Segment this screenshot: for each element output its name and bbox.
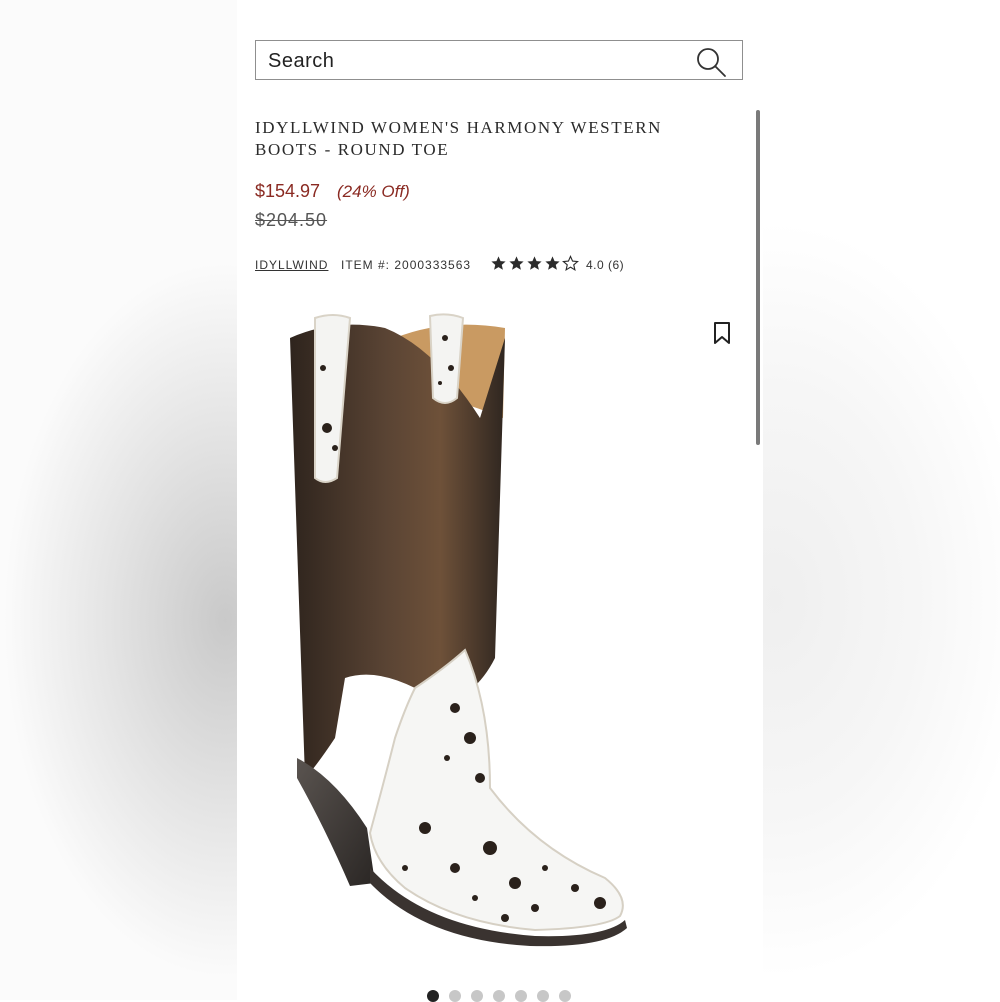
scrollbar[interactable]	[756, 110, 760, 445]
search-bar[interactable]: Search	[255, 40, 743, 80]
carousel-dot[interactable]	[537, 990, 549, 1002]
carousel-dot[interactable]	[515, 990, 527, 1002]
product-title: IDYLLWIND WOMEN'S HARMONY WESTERN BOOTS …	[255, 117, 735, 161]
rating-summary[interactable]: 4.0 (6)	[586, 258, 624, 272]
carousel-dot[interactable]	[471, 990, 483, 1002]
brand-link[interactable]: IDYLLWIND	[255, 258, 328, 272]
carousel-dots	[427, 990, 571, 1002]
bookmark-button[interactable]	[707, 316, 737, 350]
background-left	[0, 0, 237, 1000]
discount-label: (24% Off)	[337, 182, 410, 201]
item-number: ITEM #: 2000333563	[341, 258, 472, 272]
product-image[interactable]	[275, 308, 725, 970]
bookmark-icon	[714, 322, 730, 344]
carousel-dot[interactable]	[449, 990, 461, 1002]
star-filled-icon	[545, 256, 560, 270]
product-title-line-1: IDYLLWIND WOMEN'S HARMONY WESTERN	[255, 118, 663, 137]
star-filled-icon	[527, 256, 542, 270]
boot-image	[290, 313, 627, 947]
sale-price: $154.97	[255, 181, 321, 201]
background-right	[763, 0, 1000, 1000]
carousel-dot[interactable]	[427, 990, 439, 1002]
star-filled-icon	[491, 256, 506, 270]
rating-stars[interactable]	[490, 255, 579, 272]
star-empty-icon	[562, 255, 579, 271]
search-icon[interactable]	[694, 45, 728, 79]
original-price: $204.50	[255, 210, 328, 230]
phone-screen: Search IDYLLWIND WOMEN'S HARMONY WESTERN…	[237, 0, 763, 1002]
product-title-line-2: BOOTS - ROUND TOE	[255, 140, 450, 159]
carousel-dot[interactable]	[493, 990, 505, 1002]
star-filled-icon	[509, 256, 524, 270]
carousel-dot[interactable]	[559, 990, 571, 1002]
search-input[interactable]: Search	[268, 50, 334, 73]
